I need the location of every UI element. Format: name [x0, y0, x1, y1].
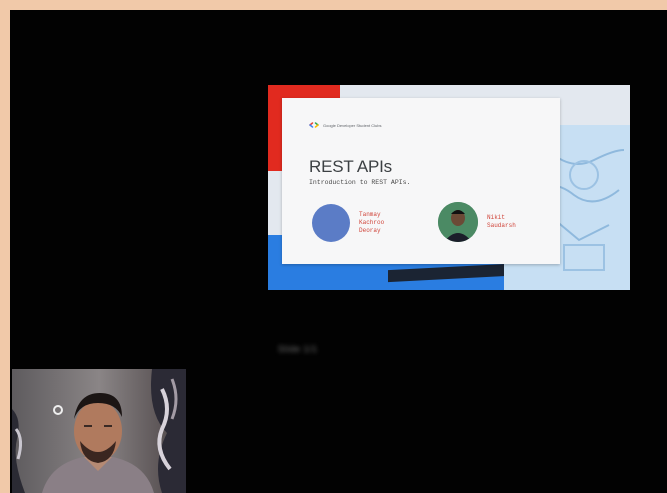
- meeting-screen: Google Developer Student Clubs REST APIs…: [10, 10, 667, 493]
- slide-title-card: Google Developer Student Clubs REST APIs…: [282, 98, 560, 264]
- presenter-2: Nikit Saudarsh: [438, 202, 533, 242]
- avatar: [312, 204, 350, 242]
- presenter-name: Tanmay Kachroo Deoray: [359, 211, 385, 234]
- webcam-feed[interactable]: [12, 369, 186, 493]
- webcam-video: [12, 369, 186, 493]
- gdsc-label: Google Developer Student Clubs: [323, 122, 382, 128]
- slide-title: REST APIs: [309, 157, 392, 176]
- presenter-1: Tanmay Kachroo Deoray: [312, 204, 405, 242]
- slide-caption: Slide 1/1: [278, 344, 318, 354]
- gdsc-header: Google Developer Student Clubs: [309, 122, 381, 128]
- avatar-photo: [438, 202, 478, 242]
- gdsc-logo-icon: [309, 122, 319, 128]
- slide-subtitle: Introduction to REST APIs.: [309, 179, 411, 186]
- presenter-name: Nikit Saudarsh: [487, 214, 516, 229]
- shared-slide[interactable]: Google Developer Student Clubs REST APIs…: [268, 85, 630, 290]
